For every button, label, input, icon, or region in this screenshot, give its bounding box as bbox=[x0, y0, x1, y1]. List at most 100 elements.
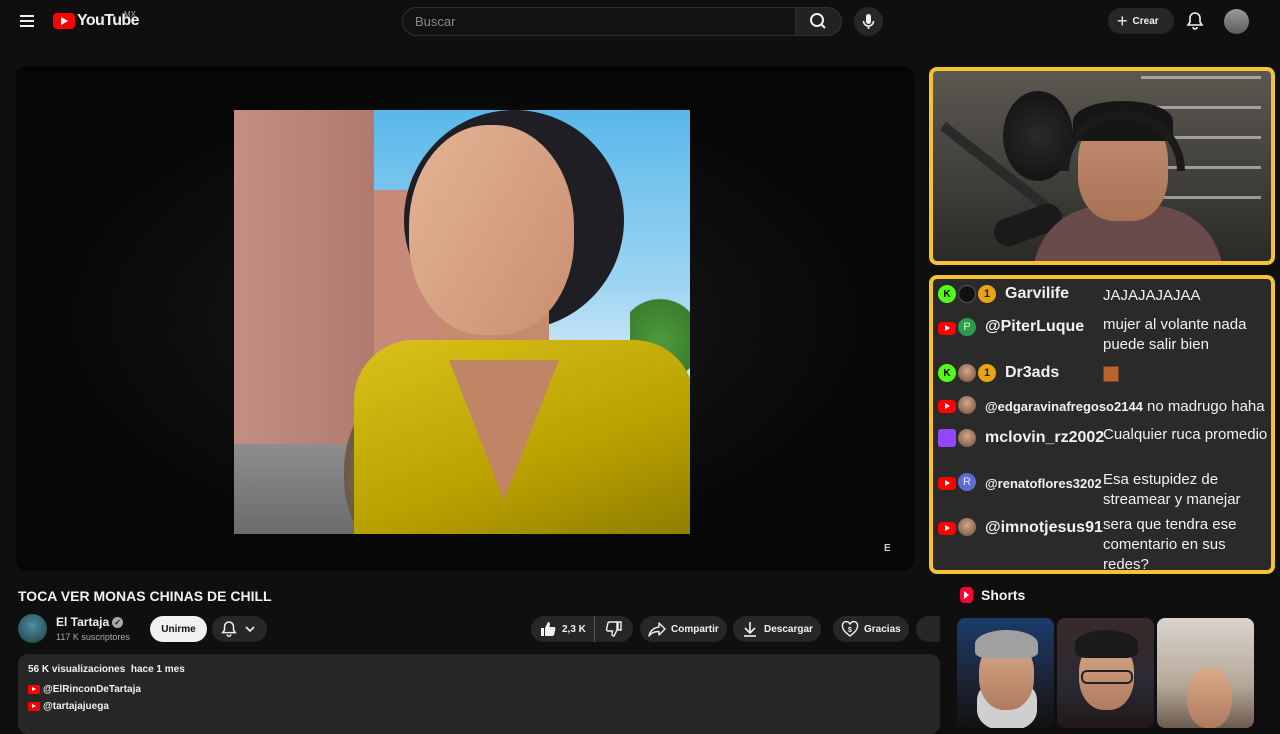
chat-row-icons bbox=[938, 429, 978, 447]
download-button[interactable]: Descargar bbox=[733, 616, 821, 642]
share-icon bbox=[648, 622, 666, 637]
menu-icon[interactable] bbox=[16, 10, 38, 32]
chevron-down-icon bbox=[245, 626, 255, 633]
short-thumbnail[interactable] bbox=[1057, 618, 1154, 728]
video-player[interactable]: E bbox=[16, 66, 914, 571]
youtube-icon bbox=[938, 321, 956, 335]
bell-icon bbox=[221, 621, 255, 638]
thanks-button[interactable]: $ Gracias bbox=[833, 616, 909, 642]
emote-icon bbox=[1103, 366, 1119, 383]
chat-row-icons: R bbox=[938, 473, 978, 491]
user-avatar-icon bbox=[958, 518, 976, 536]
subscription-bell-button[interactable] bbox=[212, 616, 267, 642]
user-avatar-icon bbox=[958, 396, 976, 414]
video-content bbox=[234, 110, 690, 534]
description-link[interactable]: @ElRinconDeTartaja bbox=[28, 684, 141, 695]
chat-message: sera que tendra ese comentario en sus re… bbox=[1103, 516, 1237, 573]
video-title: TOCA VER MONAS CHINAS DE CHILL bbox=[18, 588, 272, 604]
channel-watermark[interactable]: E bbox=[884, 543, 891, 554]
chat-message: Cualquier ruca promedio bbox=[1103, 426, 1268, 443]
short-thumbnail[interactable] bbox=[957, 618, 1054, 728]
short-thumbnail[interactable] bbox=[1157, 618, 1254, 728]
youtube-icon bbox=[938, 399, 956, 413]
user-avatar-icon bbox=[958, 285, 976, 303]
thumbs-down-icon bbox=[605, 621, 622, 637]
chat-row-icons: P bbox=[938, 318, 978, 336]
search-icon bbox=[810, 13, 826, 29]
region-code: MX bbox=[124, 10, 136, 19]
chat-username: @PiterLuque bbox=[985, 318, 1085, 335]
sub-badge-icon: 1 bbox=[978, 364, 996, 382]
upload-date: hace 1 mes bbox=[130, 664, 185, 675]
more-actions-button[interactable] bbox=[916, 616, 940, 642]
chat-row-icons: K 1 bbox=[938, 285, 998, 303]
download-icon bbox=[744, 622, 756, 637]
user-avatar-icon: R bbox=[958, 473, 976, 491]
description-box[interactable]: 56 K visualizaciones hace 1 mes @ElRinco… bbox=[18, 654, 940, 734]
like-count: 2,3 K bbox=[562, 623, 586, 635]
like-button[interactable]: 2,3 K bbox=[531, 616, 595, 642]
chat-message bbox=[1103, 364, 1273, 384]
link-label: @tartajajuega bbox=[43, 701, 109, 712]
chat-message: no madrugo haha bbox=[1147, 398, 1265, 415]
link-label: @ElRinconDeTartaja bbox=[43, 684, 141, 695]
description-link[interactable]: @tartajajuega bbox=[28, 701, 109, 712]
chat-username: @edgaravinafregoso2144 bbox=[985, 399, 1143, 414]
account-avatar[interactable] bbox=[1224, 9, 1249, 34]
share-button[interactable]: Compartir bbox=[640, 616, 727, 642]
search-button[interactable] bbox=[796, 7, 842, 36]
chat-message: mujer al volante nada puede salir bien bbox=[1103, 316, 1247, 353]
youtube-icon bbox=[938, 476, 956, 490]
join-button[interactable]: Unirme bbox=[150, 616, 207, 642]
chat-row-icons bbox=[938, 518, 978, 536]
chat-username: @renatoflores3202 bbox=[985, 476, 1102, 491]
svg-text:$: $ bbox=[848, 627, 852, 634]
chat-username: Garvilife bbox=[1005, 285, 1070, 302]
verified-icon: ✓ bbox=[112, 617, 124, 629]
plus-icon: + bbox=[1117, 11, 1128, 31]
subscriber-count: 117 K suscriptores bbox=[56, 632, 130, 642]
create-button[interactable]: + Crear bbox=[1108, 8, 1174, 34]
twitch-icon bbox=[938, 429, 956, 447]
thanks-label: Gracias bbox=[864, 623, 901, 635]
thumbs-up-icon bbox=[541, 622, 556, 636]
chat-message: JAJAJAJAJAA bbox=[1103, 287, 1201, 304]
youtube-icon bbox=[28, 702, 40, 711]
view-count: 56 K visualizaciones bbox=[28, 664, 126, 675]
user-avatar-icon: P bbox=[958, 318, 976, 336]
youtube-play-icon bbox=[53, 13, 75, 29]
shorts-heading: Shorts bbox=[960, 587, 1025, 603]
voice-search-button[interactable] bbox=[854, 7, 883, 36]
mic-icon bbox=[862, 14, 875, 29]
youtube-icon bbox=[938, 521, 956, 535]
user-avatar-icon bbox=[958, 364, 976, 382]
create-label: Crear bbox=[1132, 15, 1159, 27]
shorts-title: Shorts bbox=[981, 587, 1026, 603]
bell-icon bbox=[1186, 12, 1204, 30]
channel-avatar[interactable] bbox=[18, 614, 47, 643]
download-label: Descargar bbox=[764, 623, 813, 635]
chat-row-icons bbox=[938, 396, 978, 414]
channel-name: El Tartaja bbox=[56, 615, 110, 629]
shorts-icon bbox=[960, 587, 973, 603]
chat-username: @imnotjesus91 bbox=[985, 519, 1103, 536]
notifications-button[interactable] bbox=[1183, 9, 1207, 33]
view-meta: 56 K visualizaciones hace 1 mes bbox=[28, 664, 185, 675]
like-dislike-group: 2,3 K bbox=[531, 616, 633, 642]
chat-username: Dr3ads bbox=[1005, 364, 1060, 381]
webcam-overlay bbox=[929, 67, 1275, 265]
chat-row-icons: K 1 bbox=[938, 364, 998, 382]
dislike-button[interactable] bbox=[595, 616, 633, 642]
share-label: Compartir bbox=[671, 623, 719, 635]
top-bar: YouTube MX + Crear bbox=[0, 0, 1280, 42]
kick-icon: K bbox=[938, 364, 956, 382]
user-avatar-icon bbox=[958, 429, 976, 447]
kick-icon: K bbox=[938, 285, 956, 303]
sub-badge-icon: 1 bbox=[978, 285, 996, 303]
chat-overlay: K 1 Garvilife JAJAJAJAJAA P @PiterLuque … bbox=[929, 275, 1275, 574]
youtube-icon bbox=[28, 685, 40, 694]
heart-dollar-icon: $ bbox=[841, 620, 859, 637]
search-box bbox=[402, 7, 796, 36]
search-input[interactable] bbox=[403, 8, 795, 35]
channel-name-link[interactable]: El Tartaja ✓ bbox=[56, 615, 124, 629]
